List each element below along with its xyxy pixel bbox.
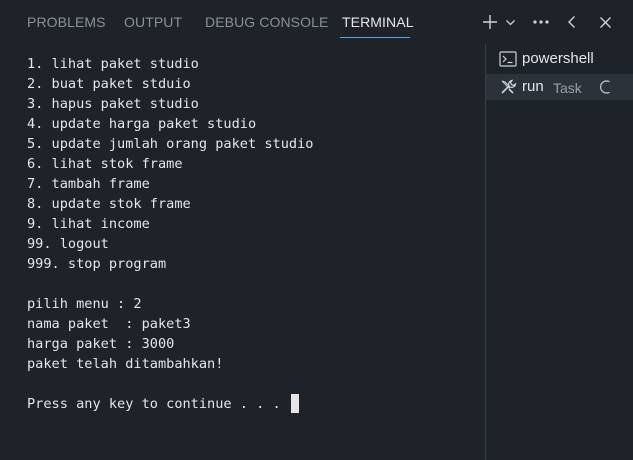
terminal-line: harga paket : 3000	[27, 336, 175, 352]
terminal-line: 1. lihat paket studio	[27, 56, 199, 72]
more-icon[interactable]	[531, 10, 551, 34]
session-powershell[interactable]: powershell	[486, 46, 633, 72]
terminal-line: 3. hapus paket studio	[27, 96, 199, 112]
terminal-session-list: powershell run Task	[486, 44, 633, 460]
session-label: run	[522, 78, 544, 95]
terminal-line: 5. update jumlah orang paket studio	[27, 136, 314, 152]
continue-prompt: Press any key to continue . . .	[27, 396, 289, 412]
session-label: powershell	[522, 50, 594, 67]
terminal-line: 2. buat paket stduio	[27, 76, 191, 92]
terminal-cursor	[290, 394, 299, 413]
terminal-line: 4. update harga paket studio	[27, 116, 257, 132]
terminal-output[interactable]: 1. lihat paket studio 2. buat paket stdu…	[27, 54, 477, 414]
terminal-line: 99. logout	[27, 236, 109, 252]
terminal-line: 6. lihat stok frame	[27, 156, 183, 172]
chevron-left-icon[interactable]	[564, 10, 580, 34]
terminal-icon	[498, 50, 518, 68]
tab-debug-console[interactable]: DEBUG CONSOLE	[205, 14, 328, 30]
active-tab-indicator	[340, 37, 410, 38]
tab-terminal[interactable]: TERMINAL	[342, 14, 414, 30]
terminal-line: pilih menu : 2	[27, 296, 142, 312]
terminal-panel: PROBLEMS OUTPUT DEBUG CONSOLE TERMINAL 1…	[0, 0, 633, 460]
terminal-line: 8. update stok frame	[27, 196, 191, 212]
tools-icon	[498, 78, 518, 96]
terminal-line: paket telah ditambahkan!	[27, 356, 224, 372]
plus-icon[interactable]	[481, 10, 499, 34]
terminal-line: 9. lihat income	[27, 216, 150, 232]
terminal-prompt-line: Press any key to continue . . .	[27, 394, 477, 414]
tab-output[interactable]: OUTPUT	[124, 14, 182, 30]
chevron-down-icon[interactable]	[503, 10, 517, 34]
close-icon[interactable]	[596, 10, 614, 34]
terminal-line: 7. tambah frame	[27, 176, 150, 192]
session-run-task[interactable]: run Task	[486, 74, 633, 100]
terminal-line: 999. stop program	[27, 256, 167, 272]
loading-spinner-icon	[598, 79, 614, 95]
tab-problems[interactable]: PROBLEMS	[27, 14, 106, 30]
panel-tab-bar: PROBLEMS OUTPUT DEBUG CONSOLE TERMINAL	[0, 0, 633, 44]
session-type-label: Task	[553, 80, 582, 96]
terminal-line: nama paket : paket3	[27, 316, 191, 332]
